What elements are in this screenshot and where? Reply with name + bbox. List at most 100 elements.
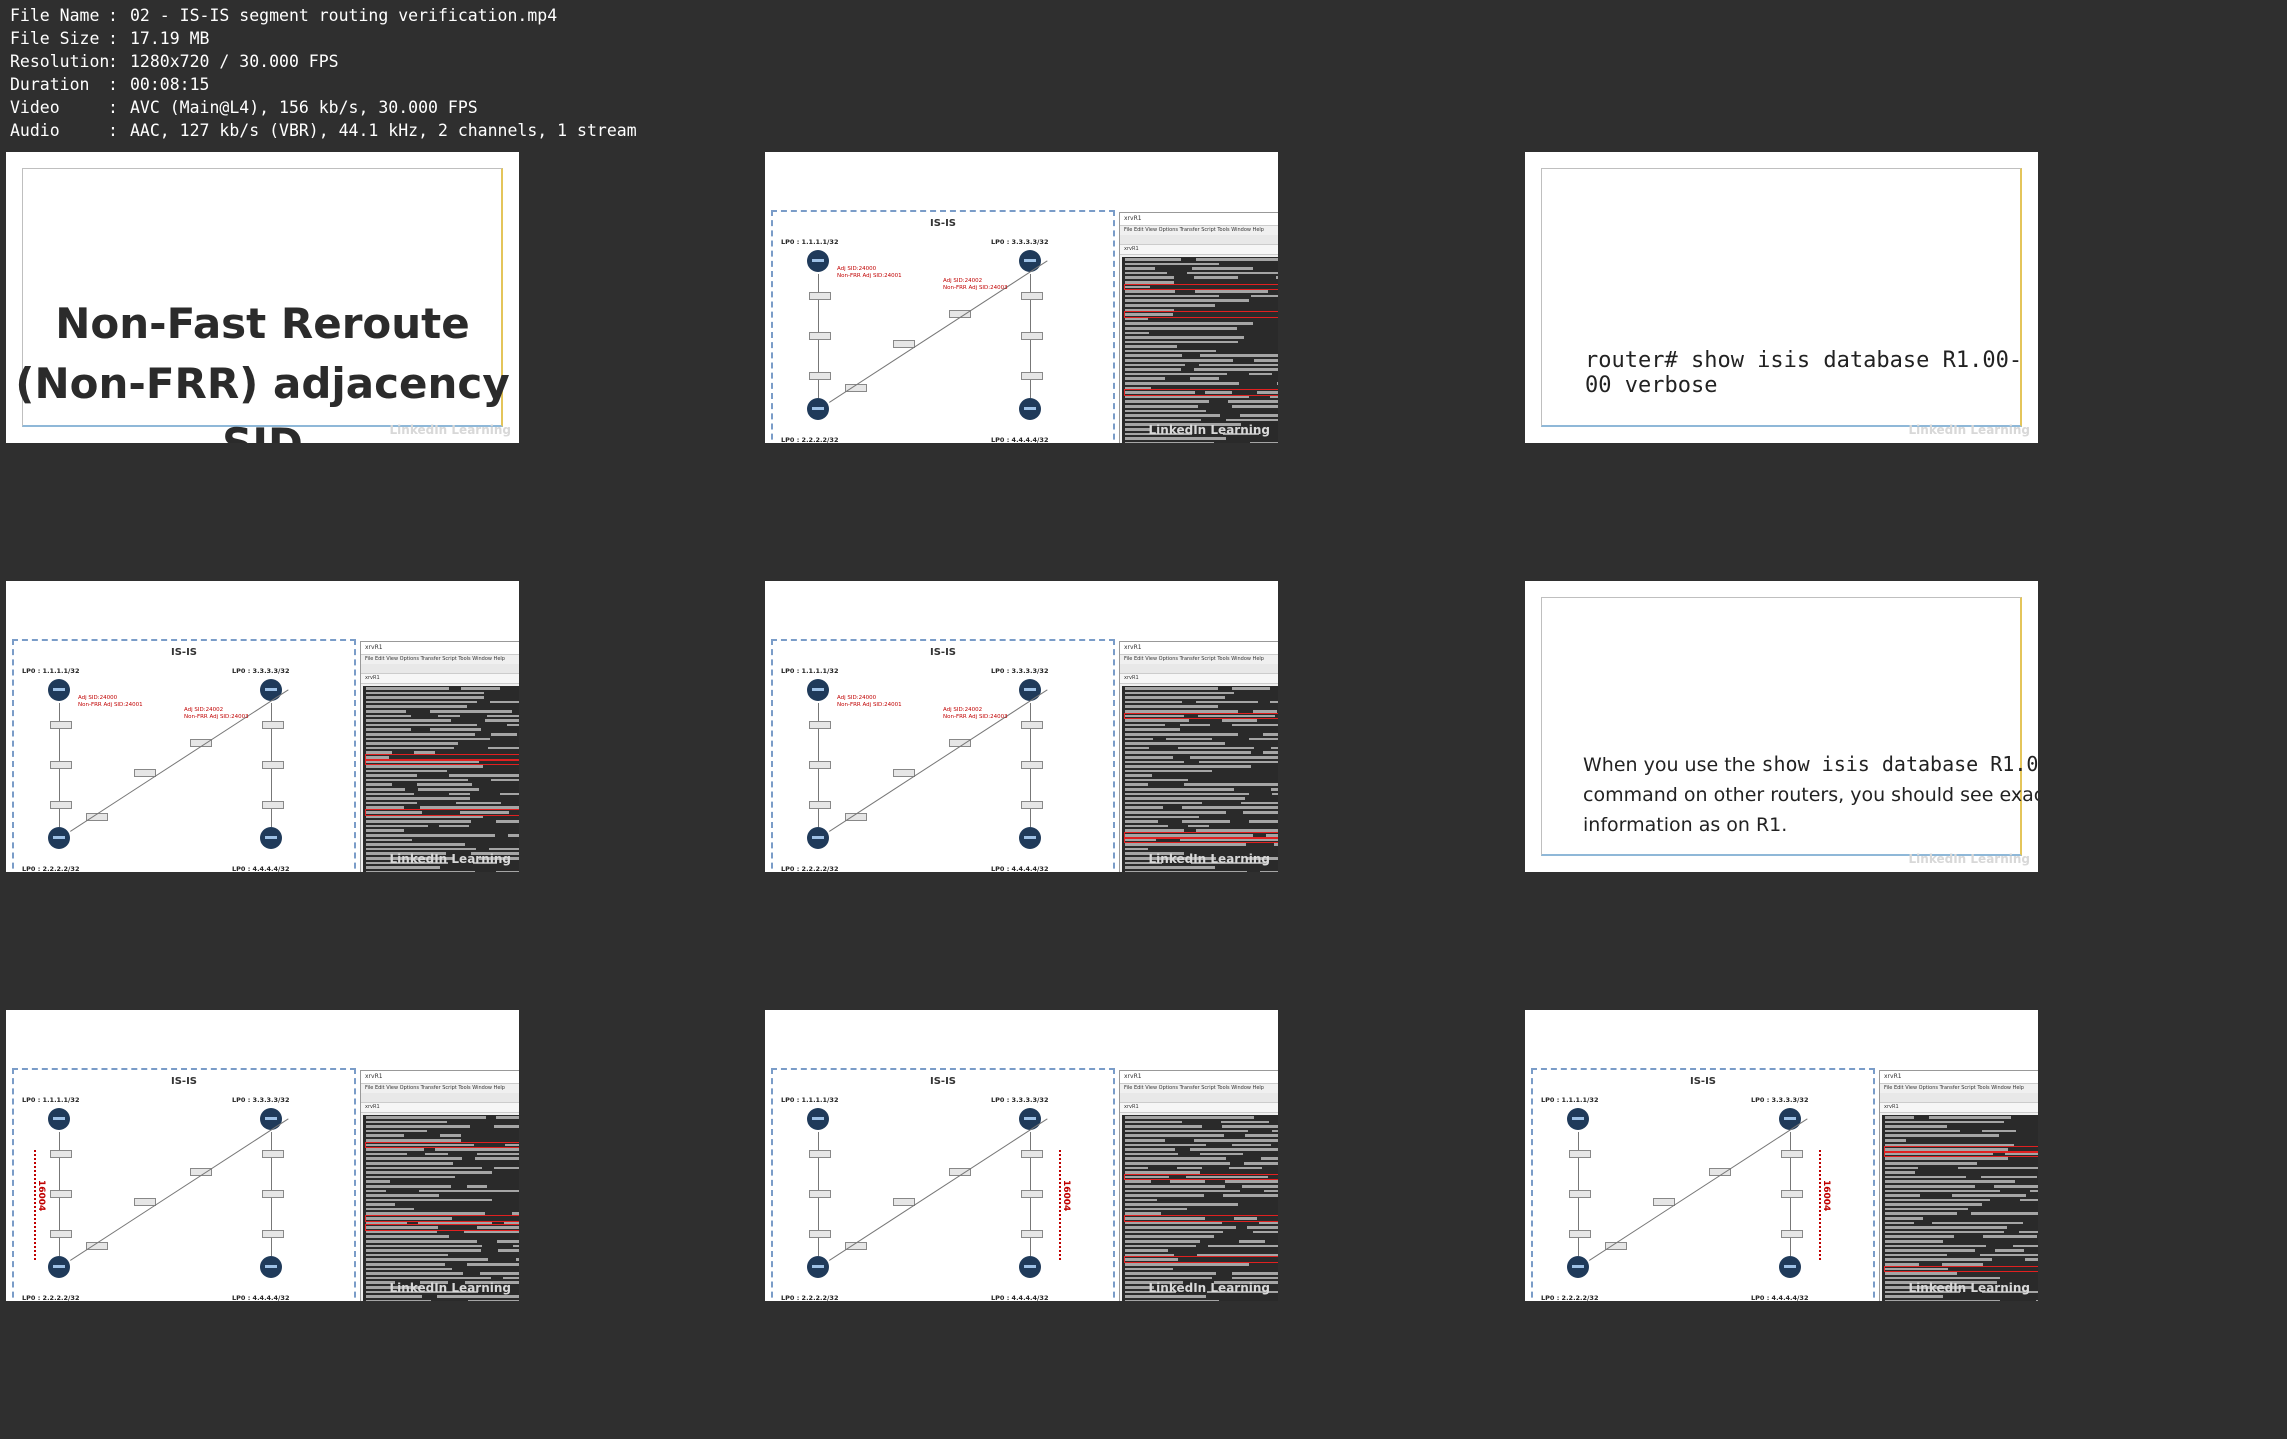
router-icon[interactable]	[1019, 827, 1041, 849]
switch-icon	[809, 1150, 831, 1158]
terminal-window[interactable]: xrvR1 File Edit View Options Transfer Scr…	[1119, 212, 1278, 443]
video-thumbnail[interactable]: IS-IS LP0 : 1.1.1.1/32 LP0 : 3.3.3.3/32 LP0…	[765, 581, 1278, 872]
toolbar[interactable]	[1120, 664, 1278, 674]
terminal-window[interactable]: xrvR1 File Edit View Options Transfer Scr…	[360, 1070, 519, 1301]
session-tab[interactable]: xrvR1	[1120, 1103, 1278, 1113]
terminal-window[interactable]: xrvR1 File Edit View Options Transfer Scr…	[1879, 1070, 2038, 1301]
diagonal-link	[829, 1118, 1048, 1261]
router-icon[interactable]	[260, 1256, 282, 1278]
terminal-window[interactable]: xrvR1 File Edit View Options Transfer Scr…	[360, 641, 519, 872]
menu-bar[interactable]: File Edit View Options Transfer Script T…	[1120, 226, 1278, 235]
toolbar[interactable]	[1120, 235, 1278, 245]
router-icon[interactable]	[807, 827, 829, 849]
router-icon[interactable]	[807, 398, 829, 420]
session-tab[interactable]: xrvR1	[1880, 1103, 2038, 1113]
session-tab[interactable]: xrvR1	[1120, 674, 1278, 684]
router-icon[interactable]	[807, 1108, 829, 1130]
router-icon[interactable]	[1019, 250, 1041, 272]
topology-title: IS-IS	[171, 1076, 197, 1087]
terminal-window[interactable]: xrvR1 File Edit View Options Transfer Scr…	[1119, 641, 1278, 872]
video-thumbnail[interactable]: IS-IS LP0 : 1.1.1.1/32 LP0 : 3.3.3.3/32 LP0…	[765, 152, 1278, 443]
terminal-screen[interactable]	[363, 1115, 519, 1301]
router-loopback-label: LP0 : 3.3.3.3/32	[232, 667, 290, 675]
terminal-screen[interactable]	[1882, 1115, 2038, 1301]
linkedin-learning-watermark: LinkedIn Learning	[1148, 1281, 1270, 1295]
switch-icon	[50, 721, 72, 729]
video-thumbnail[interactable]: When you use the show isis database R1.0…	[1525, 581, 2038, 872]
terminal-output-line	[1125, 1299, 1278, 1301]
toolbar[interactable]	[361, 664, 519, 674]
router-loopback-label: LP0 : 1.1.1.1/32	[22, 667, 80, 675]
linkedin-learning-watermark: LinkedIn Learning	[1908, 852, 2030, 866]
router-icon[interactable]	[807, 1256, 829, 1278]
adjacency-sid-label: Adj SID:24000	[837, 266, 877, 272]
adjacency-sid-label: Adj SID:24000	[78, 695, 118, 701]
terminal-screen[interactable]	[1122, 686, 1278, 872]
router-icon[interactable]	[48, 1256, 70, 1278]
window-title: xrvR1	[1120, 1071, 1278, 1084]
toolbar[interactable]	[1880, 1093, 2038, 1103]
switch-icon	[1781, 1230, 1803, 1238]
video-thumbnail[interactable]: Non-Fast Reroute (Non-FRR) adjacency SID…	[6, 152, 519, 443]
router-icon[interactable]	[1019, 398, 1041, 420]
session-tab[interactable]: xrvR1	[361, 1103, 519, 1113]
switch-icon	[1021, 1190, 1043, 1198]
router-icon[interactable]	[260, 827, 282, 849]
video-thumbnail[interactable]: IS-IS LP0 : 1.1.1.1/32 LP0 : 3.3.3.3/32 LP0…	[6, 581, 519, 872]
adjacency-sid-label: Adj SID:24002	[943, 278, 983, 284]
switch-icon	[262, 721, 284, 729]
router-icon[interactable]	[1567, 1108, 1589, 1130]
switch-icon	[1021, 1150, 1043, 1158]
linkedin-learning-watermark: LinkedIn Learning	[1908, 423, 2030, 437]
router-icon[interactable]	[260, 679, 282, 701]
menu-bar[interactable]: File Edit View Options Transfer Script T…	[1120, 1084, 1278, 1093]
router-icon[interactable]	[1567, 1256, 1589, 1278]
toolbar[interactable]	[361, 1093, 519, 1103]
router-icon[interactable]	[1019, 1108, 1041, 1130]
router-icon[interactable]	[48, 679, 70, 701]
router-icon[interactable]	[1019, 679, 1041, 701]
router-icon[interactable]	[1779, 1256, 1801, 1278]
terminal-screen[interactable]	[1122, 1115, 1278, 1301]
menu-bar[interactable]: File Edit View Options Transfer Script T…	[361, 1084, 519, 1093]
adjacency-sid-label: Non-FRR Adj SID:24003	[943, 285, 1008, 291]
router-loopback-label: LP0 : 4.4.4.4/32	[1751, 1294, 1809, 1301]
topology-diagram: IS-IS LP0 : 1.1.1.1/32 LP0 : 3.3.3.3/32 LP0…	[12, 1068, 356, 1301]
slide-title: Non-Fast Reroute (Non-FRR) adjacency SID	[15, 299, 510, 443]
router-icon[interactable]	[260, 1108, 282, 1130]
router-icon[interactable]	[48, 827, 70, 849]
video-thumbnail[interactable]: IS-IS LP0 : 1.1.1.1/32 LP0 : 3.3.3.3/32 LP0…	[765, 1010, 1278, 1301]
switch-icon	[809, 332, 831, 340]
switch-icon	[1569, 1230, 1591, 1238]
menu-bar[interactable]: File Edit View Options Transfer Script T…	[361, 655, 519, 664]
toolbar[interactable]	[1120, 1093, 1278, 1103]
switch-icon	[50, 1230, 72, 1238]
window-title: xrvR1	[1120, 642, 1278, 655]
video-thumbnail[interactable]: router# show isis database R1.00-00 verb…	[1525, 152, 2038, 443]
router-icon[interactable]	[1779, 1108, 1801, 1130]
video-thumbnail[interactable]: IS-IS LP0 : 1.1.1.1/32 LP0 : 3.3.3.3/32 LP0…	[1525, 1010, 2038, 1301]
switch-icon	[262, 1150, 284, 1158]
router-icon[interactable]	[807, 679, 829, 701]
switch-icon	[262, 1230, 284, 1238]
menu-bar[interactable]: File Edit View Options Transfer Script T…	[1880, 1084, 2038, 1093]
video-thumbnail[interactable]: IS-IS LP0 : 1.1.1.1/32 LP0 : 3.3.3.3/32 LP0…	[6, 1010, 519, 1301]
menu-bar[interactable]: File Edit View Options Transfer Script T…	[1120, 655, 1278, 664]
switch-icon	[1021, 332, 1043, 340]
router-icon[interactable]	[807, 250, 829, 272]
session-tab[interactable]: xrvR1	[1120, 245, 1278, 255]
router-icon[interactable]	[48, 1108, 70, 1130]
terminal-window[interactable]: xrvR1 File Edit View Options Transfer Scr…	[1119, 1070, 1278, 1301]
session-tab[interactable]: xrvR1	[361, 674, 519, 684]
terminal-screen[interactable]	[363, 686, 519, 872]
router-loopback-label: LP0 : 3.3.3.3/32	[1751, 1096, 1809, 1104]
terminal-screen[interactable]	[1122, 257, 1278, 443]
file-info-row: Video: AVC (Main@L4), 156 kb/s, 30.000 FP…	[10, 98, 478, 117]
linkedin-learning-watermark: LinkedIn Learning	[1148, 852, 1270, 866]
adjacency-sid-label: Non-FRR Adj SID:24003	[943, 714, 1008, 720]
file-info-row: Audio: AAC, 127 kb/s (VBR), 44.1 kHz, 2 c…	[10, 121, 637, 140]
router-icon[interactable]	[1019, 1256, 1041, 1278]
router-loopback-label: LP0 : 2.2.2.2/32	[781, 865, 839, 872]
file-info-row: Duration:00:08:15	[10, 75, 210, 94]
router-loopback-label: LP0 : 4.4.4.4/32	[232, 865, 290, 872]
